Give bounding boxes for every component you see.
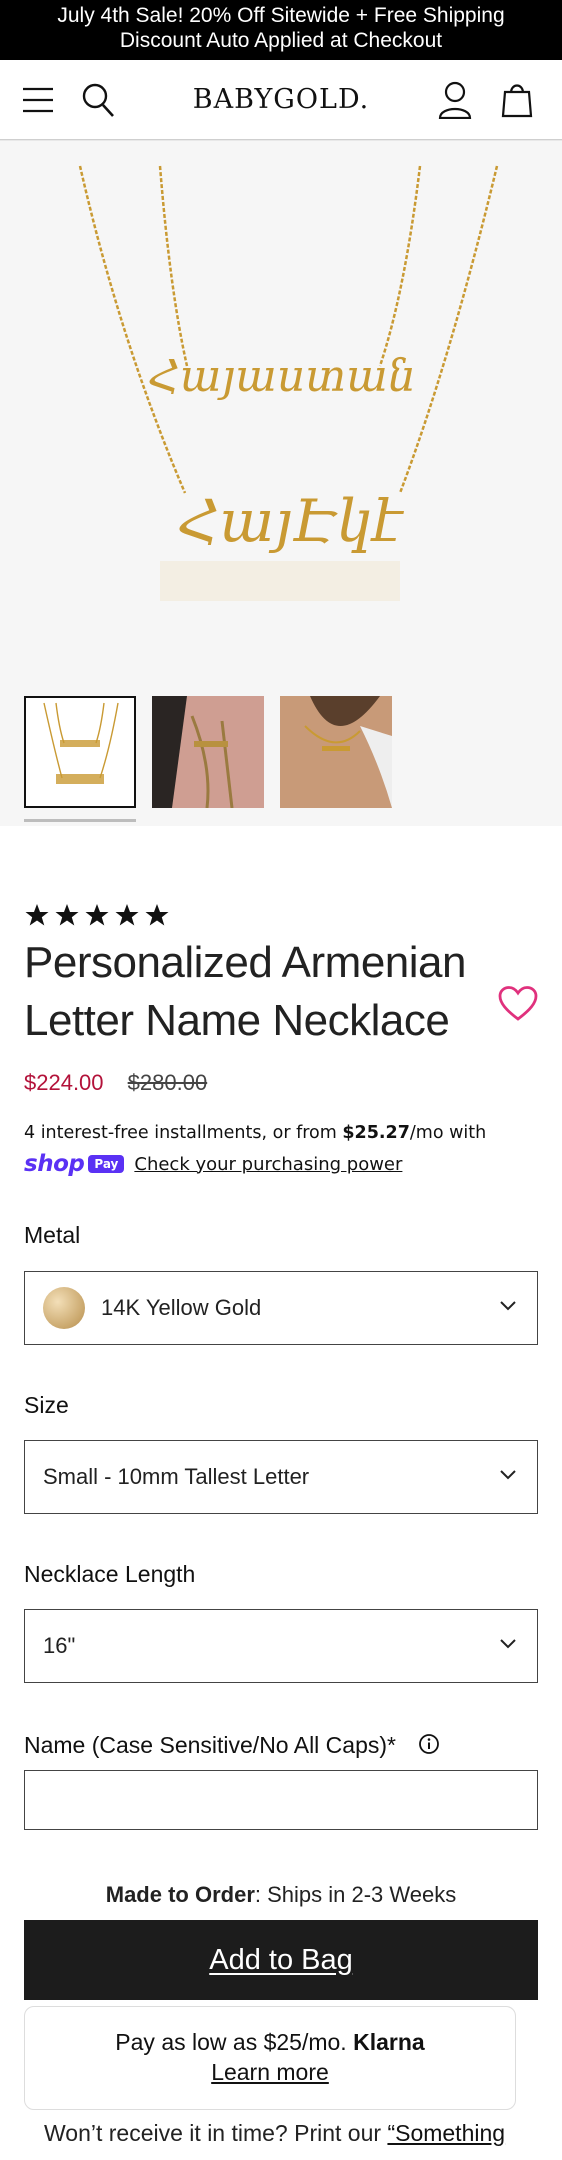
made-to-order-detail: : Ships in 2-3 Weeks [254, 1882, 457, 1907]
original-price: $280.00 [127, 1070, 208, 1095]
metal-label: Metal [24, 1222, 81, 1248]
chevron-down-icon [500, 1301, 516, 1311]
thumbnail-strip [24, 696, 392, 808]
cart-icon[interactable] [497, 80, 537, 120]
metal-value: 14K Yellow Gold [101, 1295, 262, 1320]
thumbnail-2[interactable] [152, 696, 264, 808]
size-select[interactable]: Small - 10mm Tallest Letter [24, 1440, 538, 1514]
metal-select[interactable]: 14K Yellow Gold [24, 1271, 538, 1345]
length-select[interactable]: 16" [24, 1609, 538, 1683]
announcement-bar: July 4th Sale! 20% Off Sitewide + Free S… [0, 0, 562, 60]
name-label-row: Name (Case Sensitive/No All Caps)* [24, 1732, 440, 1761]
klarna-banner[interactable]: Pay as low as $25/mo. Klarna Learn more [24, 2006, 516, 2110]
site-logo[interactable]: BABYGOLD. [0, 84, 562, 115]
star-icon [145, 904, 169, 926]
star-icon [85, 904, 109, 926]
length-value: 16" [43, 1633, 76, 1658]
star-icon [25, 904, 49, 926]
installments-text: 4 interest-free installments, or from $2… [24, 1123, 486, 1143]
thumbnail-1[interactable] [24, 696, 136, 808]
name-input[interactable] [24, 1770, 538, 1830]
add-to-bag-button[interactable]: Add to Bag [24, 1920, 538, 2000]
klarna-text: Pay as low as $25/mo. [115, 2029, 347, 2055]
star-icon [55, 904, 79, 926]
shop-pay-badge: Pay [88, 1155, 125, 1173]
chevron-down-icon [500, 1639, 516, 1649]
product-gallery: Հայաստան ՀայԷկէ [0, 140, 562, 826]
account-icon[interactable] [435, 80, 475, 120]
gold-swatch-icon [43, 1287, 85, 1329]
check-purchasing-power-link[interactable]: Check your purchasing power [134, 1154, 402, 1175]
announcement-line-1: July 4th Sale! 20% Off Sitewide + Free S… [57, 4, 505, 27]
price-block: $224.00 $280.00 [24, 1070, 207, 1096]
installments-prefix: 4 interest-free installments, or from [24, 1123, 343, 1143]
installments-suffix: /mo with [409, 1123, 487, 1143]
thumbnail-indicator [24, 819, 136, 822]
announcement-line-2: Discount Auto Applied at Checkout [119, 29, 443, 52]
info-icon[interactable] [418, 1733, 440, 1761]
klarna-logo: Klarna [353, 2029, 425, 2055]
made-to-order-text: Made to Order: Ships in 2-3 Weeks [0, 1882, 562, 1908]
sale-price: $224.00 [24, 1070, 104, 1095]
product-main-image[interactable]: Հայաստան ՀայԷկէ [0, 141, 562, 681]
rating-stars[interactable] [24, 903, 170, 927]
star-icon [115, 904, 139, 926]
not-in-time-prefix: Won’t receive it in time? Print our [44, 2120, 388, 2146]
site-header: BABYGOLD. [0, 60, 562, 140]
wishlist-heart-icon[interactable] [498, 986, 538, 1027]
shop-pay-row: shop Pay Check your purchasing power [24, 1151, 402, 1177]
installments-amount: $25.27 [342, 1123, 410, 1143]
size-label: Size [24, 1392, 69, 1418]
something-link[interactable]: “Something [387, 2120, 505, 2146]
pendant-text-top: Հայաստան [148, 351, 416, 402]
thumbnail-3[interactable] [280, 696, 392, 808]
chevron-down-icon [500, 1470, 516, 1480]
length-label: Necklace Length [24, 1561, 196, 1587]
product-title: Personalized Armenian Letter Name Neckla… [24, 938, 466, 1045]
pendant-text-bottom: ՀայԷկէ [178, 487, 405, 555]
size-value: Small - 10mm Tallest Letter [43, 1464, 310, 1489]
made-to-order-label: Made to Order [105, 1882, 255, 1907]
not-in-time-text: Won’t receive it in time? Print our “Som… [44, 2120, 505, 2147]
name-label: Name (Case Sensitive/No All Caps)* [24, 1732, 396, 1758]
klarna-learn-more-link[interactable]: Learn more [25, 2057, 515, 2087]
shop-pay-logo: shop [24, 1151, 85, 1177]
